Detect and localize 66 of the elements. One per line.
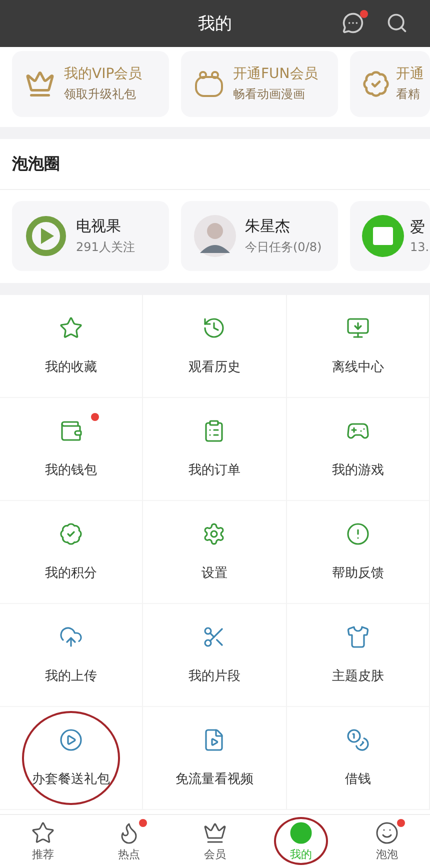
menu-item[interactable]: 我的收藏 [0,295,144,398]
card-title: 开通FUN会员 [233,65,318,83]
tab-icon [375,820,399,844]
card-subtitle: 领取升级礼包 [64,86,137,103]
menu-label: 帮助反馈 [332,565,384,582]
menu-label: 我的收藏 [45,359,98,376]
menu-label: 离线中心 [332,359,384,376]
menu-label: 设置 [201,565,228,582]
menu-item[interactable]: 设置 [143,501,287,604]
menu-item[interactable]: 我的上传 [0,604,144,707]
menu-item[interactable]: 办套餐送礼包 [0,707,144,810]
nav-tab[interactable]: 会员 [172,815,258,867]
menu-label: 观看历史 [188,359,240,376]
circle-info: 291人关注 [76,238,135,256]
menu-item[interactable]: 观看历史 [143,295,287,398]
menu-item[interactable]: 我的片段 [143,604,287,707]
circle-card[interactable]: 电视果 291人关注 [12,201,169,271]
tab-icon [289,820,313,844]
card-title: 我的VIP会员 [64,65,142,83]
membership-card[interactable]: 开通FUN会员 畅看动画漫画 [181,51,338,117]
crown-icon [25,69,55,99]
card-title: 开通 [396,65,424,83]
film-icon [362,215,404,257]
menu-label: 免流量看视频 [175,771,254,788]
fun-badge-icon [194,69,224,99]
medal-icon [362,70,390,98]
menu-item[interactable]: 我的游戏 [286,398,430,501]
menu-label: 主题皮肤 [332,668,384,685]
menu-item[interactable]: 免流量看视频 [143,707,287,810]
card-subtitle: 看精 [396,86,421,103]
search-icon[interactable] [386,12,408,34]
circle-name: 朱星杰 [245,216,291,236]
menu-item[interactable]: 离线中心 [286,295,430,398]
menu-label: 办套餐送礼包 [32,771,110,788]
card-subtitle: 畅看动画漫画 [233,86,306,103]
tab-icon [203,820,227,844]
circle-card[interactable]: 爱 13. [350,201,430,271]
menu-label: 我的片段 [188,668,240,685]
menu-item[interactable]: 我的钱包 [0,398,144,501]
play-icon [25,215,67,257]
section-title: 泡泡圈 [12,154,60,174]
menu-label: 我的积分 [45,565,98,582]
menu-label: 我的游戏 [332,462,384,479]
nav-tab[interactable]: 推荐 [0,815,86,867]
membership-card[interactable]: 我的VIP会员 领取升级礼包 [12,51,169,117]
menu-item[interactable]: 帮助反馈 [286,501,430,604]
menu-label: 借钱 [344,771,371,788]
menu-label: 我的订单 [188,462,240,479]
nav-tab[interactable]: 热点 [86,815,172,867]
message-icon[interactable] [342,12,364,34]
menu-item[interactable]: 借钱 [286,707,430,810]
menu-item[interactable]: 我的积分 [0,501,144,604]
circle-info: 今日任务(0/8) [245,238,322,256]
page-title: 我的 [198,13,232,35]
circle-card[interactable]: 朱星杰 今日任务(0/8) [181,201,338,271]
avatar [194,215,236,257]
membership-card[interactable]: 开通 看精 [350,51,430,117]
menu-label: 我的钱包 [45,462,98,479]
circle-info: 13. [410,240,430,254]
menu-item[interactable]: 主题皮肤 [286,604,430,707]
tab-icon [31,820,55,844]
circle-name: 爱 [410,218,426,237]
nav-tab[interactable]: 泡泡 [344,815,430,867]
menu-label: 我的上传 [45,668,98,685]
circle-name: 电视果 [76,216,122,236]
menu-item[interactable]: 我的订单 [143,398,287,501]
